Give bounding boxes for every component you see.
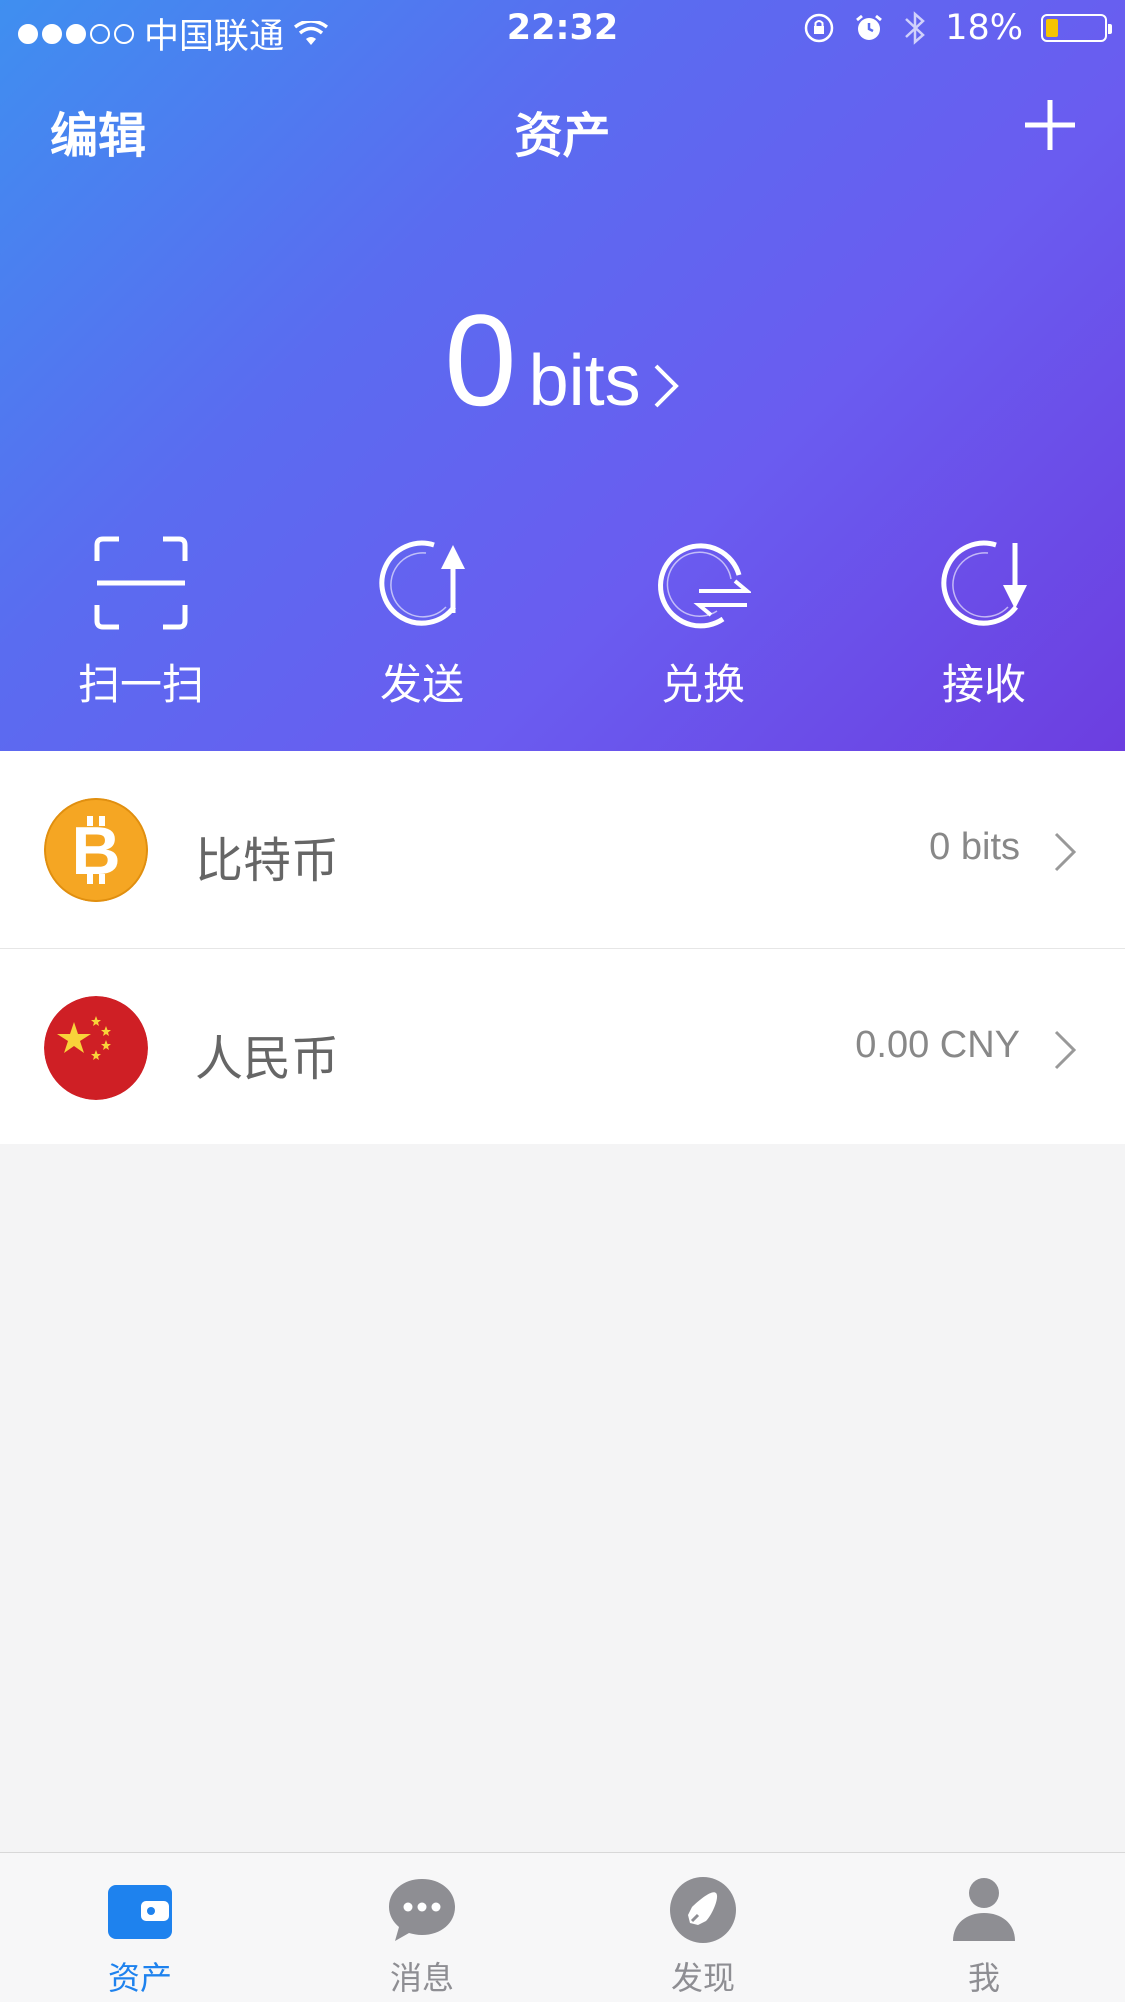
action-label: 扫一扫	[77, 660, 204, 709]
asset-row-cny[interactable]: 人民币 0.00 CNY	[0, 949, 1125, 1144]
asset-list: B 比特币 0 bits 人民币 0.00 CNY	[0, 751, 1125, 1144]
exchange-button[interactable]: 兑换	[603, 535, 803, 712]
balance-amount: 0	[444, 287, 517, 433]
tab-label: 资产	[107, 1959, 172, 1997]
battery-icon	[1041, 14, 1112, 42]
action-label: 接收	[941, 660, 1026, 709]
person-icon	[953, 1878, 1015, 1941]
balance-unit: bits	[528, 341, 641, 421]
page-title: 资产	[514, 108, 611, 164]
add-icon[interactable]	[1023, 98, 1077, 152]
chevron-right-icon	[654, 364, 679, 408]
send-button[interactable]: 发送	[322, 535, 522, 712]
exchange-icon	[658, 543, 751, 629]
chevron-right-icon	[1054, 832, 1077, 872]
quick-actions: 扫一扫 发送 兑换 接收	[0, 535, 1125, 715]
wallet-icon	[108, 1885, 172, 1939]
chevron-right-icon	[1054, 1030, 1077, 1070]
tab-me[interactable]: 我	[884, 1875, 1084, 1999]
asset-value: 0.00 CNY	[855, 1024, 1020, 1066]
tab-bar: 资产 消息 发现 我	[0, 1852, 1125, 2002]
battery-percent: 18%	[945, 8, 1023, 48]
receive-icon	[941, 540, 1027, 626]
receive-button[interactable]: 接收	[884, 535, 1084, 712]
action-label: 发送	[379, 660, 464, 709]
bitcoin-icon: B	[44, 798, 148, 902]
asset-row-bitcoin[interactable]: B 比特币 0 bits	[0, 751, 1125, 949]
rotation-lock-icon	[804, 13, 834, 43]
scan-icon	[94, 536, 188, 630]
navigation-bar: 编辑 资产	[0, 90, 1125, 164]
tab-assets[interactable]: 资产	[40, 1875, 240, 1999]
tab-messages[interactable]: 消息	[322, 1875, 522, 1999]
tab-label: 发现	[670, 1959, 735, 1997]
tab-label: 消息	[389, 1959, 454, 1997]
scan-button[interactable]: 扫一扫	[41, 535, 241, 712]
action-label: 兑换	[660, 660, 745, 709]
tab-label: 我	[967, 1959, 1000, 1997]
compass-icon	[670, 1877, 736, 1943]
total-balance[interactable]: 0 bits	[0, 285, 1125, 435]
svg-text:B: B	[71, 813, 120, 889]
asset-name: 人民币	[195, 1031, 340, 1087]
send-icon	[379, 540, 465, 626]
bluetooth-icon	[905, 11, 926, 45]
asset-name: 比特币	[195, 833, 340, 889]
alarm-icon	[856, 14, 883, 40]
status-right: 18%	[803, 8, 1112, 48]
message-icon	[389, 1879, 455, 1941]
china-flag-icon	[44, 996, 148, 1100]
tab-discover[interactable]: 发现	[603, 1875, 803, 1999]
asset-header: 中国联通 22:32 18% 编辑 资产 0 bits 扫一扫 发送 兑换 接收	[0, 0, 1125, 751]
status-bar: 中国联通 22:32 18%	[0, 0, 1125, 60]
asset-value: 0 bits	[929, 826, 1020, 868]
